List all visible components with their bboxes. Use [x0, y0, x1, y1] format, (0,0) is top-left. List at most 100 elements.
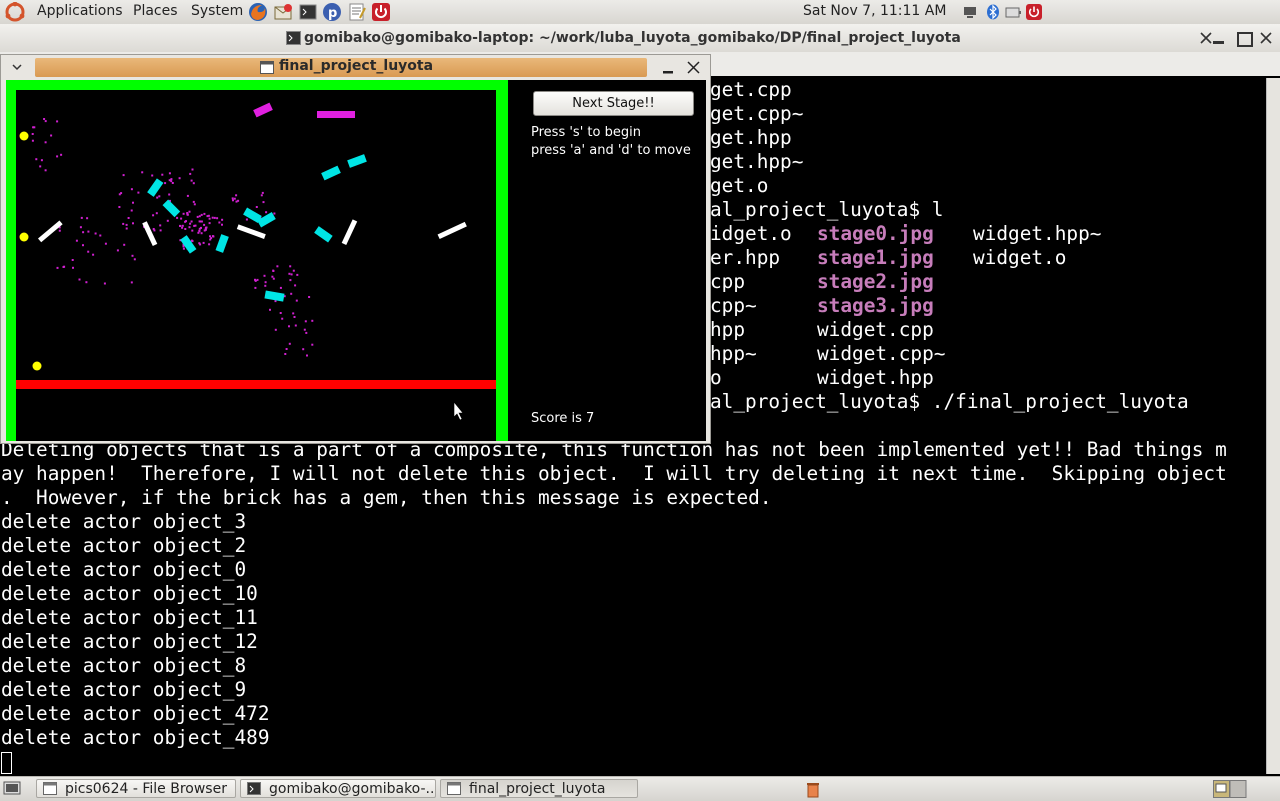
- listing-cell: hpp: [710, 318, 746, 341]
- trash-icon[interactable]: [804, 780, 822, 798]
- particle: [265, 211, 268, 214]
- particle: [125, 227, 128, 230]
- particle: [161, 173, 164, 176]
- applications-menu[interactable]: Applications: [37, 3, 123, 19]
- taskbar-label: pics0624 - File Browser: [65, 781, 227, 797]
- output-line: delete actor object_472: [1, 702, 270, 725]
- particle: [39, 165, 42, 168]
- particle: [221, 218, 224, 221]
- particle: [288, 342, 291, 345]
- ball: [32, 361, 42, 371]
- show-desktop-icon[interactable]: [3, 780, 21, 797]
- particle: [192, 200, 195, 203]
- battery-icon[interactable]: [1005, 4, 1021, 20]
- particle: [235, 194, 238, 197]
- particle: [295, 299, 298, 302]
- file-browser-icon: [43, 782, 57, 795]
- particle: [255, 206, 258, 208]
- shutdown-icon[interactable]: [371, 2, 391, 22]
- listing-cell: cpp: [710, 270, 746, 293]
- particle: [141, 171, 144, 174]
- terminal-scrollbar[interactable]: [1266, 78, 1280, 774]
- particle: [168, 193, 171, 196]
- particle: [279, 312, 282, 314]
- particle: [155, 212, 158, 215]
- particle: [198, 229, 201, 232]
- taskbar-item-terminal[interactable]: gomibako@gomibako-...: [240, 779, 436, 798]
- network-icon[interactable]: [962, 4, 978, 20]
- ball: [19, 131, 29, 141]
- ubuntu-logo-icon[interactable]: [4, 2, 26, 22]
- particle: [208, 217, 211, 220]
- particle: [213, 216, 216, 219]
- firefox-icon[interactable]: [248, 2, 268, 22]
- close-icon[interactable]: [686, 60, 701, 75]
- particle: [32, 126, 35, 129]
- particle: [182, 212, 185, 215]
- next-stage-button[interactable]: Next Stage!!: [533, 91, 694, 116]
- white-brick: [341, 219, 358, 246]
- system-menu[interactable]: System: [191, 3, 243, 19]
- maximize-icon[interactable]: [1236, 30, 1254, 48]
- taskbar-item-game[interactable]: final_project_luyota: [440, 779, 638, 798]
- output-line: delete actor object_0: [1, 558, 247, 581]
- particle: [130, 209, 133, 212]
- left-wall: [6, 80, 16, 441]
- particle: [193, 203, 196, 206]
- particle: [130, 281, 133, 284]
- particle: [56, 120, 59, 123]
- listing-cell: stage1.jpg: [817, 246, 934, 269]
- particle: [103, 282, 106, 285]
- mail-icon[interactable]: [273, 2, 293, 22]
- terminal-icon[interactable]: [298, 2, 318, 22]
- particle: [305, 331, 308, 334]
- close-icon[interactable]: [1258, 30, 1274, 46]
- particle: [285, 348, 288, 350]
- minimize-icon[interactable]: [661, 61, 675, 75]
- cyan-brick: [321, 165, 341, 181]
- places-menu[interactable]: Places: [133, 3, 178, 19]
- game-field[interactable]: [6, 80, 508, 441]
- magenta-brick: [253, 102, 273, 118]
- particle: [35, 158, 38, 161]
- taskbar-item-file-browser[interactable]: pics0624 - File Browser: [36, 779, 236, 798]
- minimize-icon[interactable]: [1210, 30, 1226, 46]
- particle: [184, 228, 187, 230]
- particle: [44, 169, 47, 172]
- text-editor-icon[interactable]: [347, 2, 367, 22]
- particle: [232, 199, 234, 202]
- particle: [288, 325, 290, 328]
- cyan-brick: [215, 234, 229, 253]
- particle: [279, 286, 282, 289]
- pidgin-icon[interactable]: p: [322, 2, 342, 22]
- listing-cell: stage3.jpg: [817, 294, 934, 317]
- particle: [211, 216, 214, 219]
- game-canvas[interactable]: Next Stage!! Press 's' to begin press 'a…: [6, 80, 706, 441]
- game-window[interactable]: final_project_luyota Next Stage!! Press …: [0, 54, 711, 444]
- particle: [158, 195, 161, 198]
- particle: [118, 206, 121, 208]
- mouse-pointer-icon: [453, 401, 464, 421]
- particle: [159, 229, 162, 232]
- particle: [94, 232, 97, 235]
- session-quit-icon[interactable]: [1026, 4, 1042, 20]
- output-line: delete actor object_12: [1, 630, 258, 653]
- clock[interactable]: Sat Nov 7, 11:11 AM: [803, 3, 946, 19]
- listing-cell: widget.cpp: [817, 318, 934, 341]
- particle: [166, 219, 169, 222]
- terminal-titlebar[interactable]: gomibako@gomibako-laptop: ~/work/luba_lu…: [0, 24, 1280, 52]
- particle: [191, 168, 194, 171]
- right-wall: [496, 80, 508, 441]
- bluetooth-icon[interactable]: [985, 4, 1001, 20]
- game-titlebar[interactable]: final_project_luyota: [1, 55, 710, 79]
- workspace-switcher-icon[interactable]: [1213, 780, 1247, 798]
- particle: [311, 319, 314, 322]
- particle: [104, 242, 107, 245]
- window-menu-icon[interactable]: [10, 61, 24, 73]
- particle: [176, 216, 179, 219]
- white-brick: [142, 221, 158, 247]
- ball: [19, 232, 29, 242]
- particle: [92, 253, 95, 256]
- particle: [151, 174, 154, 177]
- particle: [56, 155, 59, 158]
